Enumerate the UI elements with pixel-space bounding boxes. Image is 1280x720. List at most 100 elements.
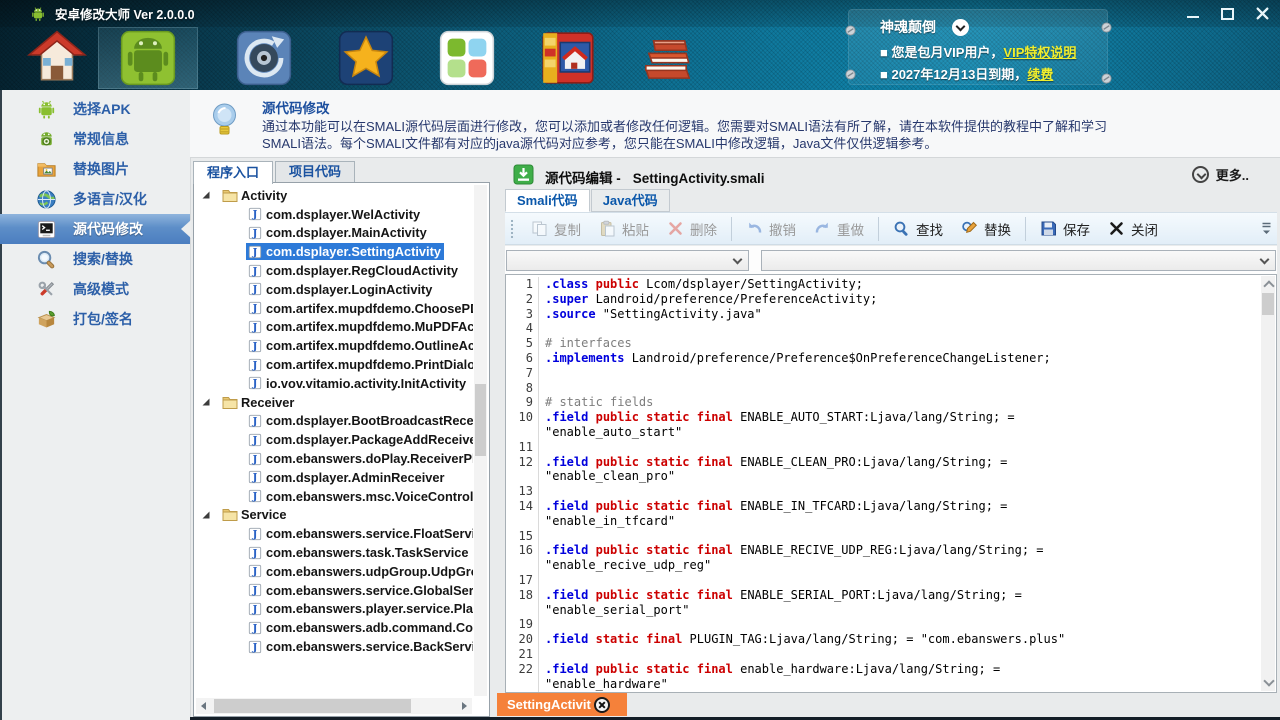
code-line[interactable]: .implements Landroid/preference/Preferen… — [539, 351, 1051, 366]
code-line[interactable] — [539, 440, 545, 455]
delete-button[interactable]: 删除 — [658, 216, 726, 242]
tree-item[interactable]: Jcom.ebanswers.udpGroup.UdpGroupService — [196, 562, 473, 581]
tree-item[interactable]: Jcom.dsplayer.LoginActivity — [196, 280, 473, 299]
code-line[interactable] — [539, 366, 545, 381]
code-line[interactable]: "enable_serial_port" — [539, 603, 690, 618]
tree-item[interactable]: Jcom.artifex.mupdfdemo.ChoosePDFActivity — [196, 299, 473, 318]
sidebar-item-tools[interactable]: 高级模式 — [0, 274, 190, 304]
tree-item[interactable]: Jcom.ebanswers.task.TaskService — [196, 543, 473, 562]
code-line[interactable]: .field public static final ENABLE_CLEAN_… — [539, 455, 1007, 470]
close-button[interactable]: 关闭 — [1099, 216, 1167, 242]
code-line[interactable]: .field static final PLUGIN_TAG:Ljava/lan… — [539, 632, 1065, 647]
tree-item[interactable]: Jio.vov.vitamio.activity.InitActivity — [196, 374, 473, 393]
tree-item[interactable]: Jcom.dsplayer.PackageAddReceiver — [196, 430, 473, 449]
code-line[interactable]: "enable_recive_udp_reg" — [539, 558, 711, 573]
sidebar-item-globe[interactable]: 多语言/汉化 — [0, 184, 190, 214]
undo-button[interactable]: 撤销 — [737, 216, 805, 242]
toolbar-grip[interactable] — [510, 219, 515, 239]
file-tab-settingactivity[interactable]: SettingActivit — [497, 693, 627, 716]
renew-link[interactable]: 续费 — [1027, 67, 1053, 82]
scroll-up-arrow[interactable] — [1263, 280, 1274, 291]
tree-folder-service[interactable]: Service — [196, 506, 473, 525]
tree-item[interactable]: Jcom.ebanswers.adb.command.CommandServic… — [196, 618, 473, 637]
code-line[interactable]: "enable_auto_start" — [539, 425, 682, 440]
code-line[interactable]: .field public static final ENABLE_IN_TFC… — [539, 499, 1007, 514]
scrollbar-thumb[interactable] — [214, 699, 411, 713]
scroll-left-arrow[interactable] — [201, 702, 206, 710]
tree-item[interactable]: Jcom.artifex.mupdfdemo.MuPDFActivity — [196, 318, 473, 337]
scroll-right-arrow[interactable] — [462, 702, 467, 710]
redo-button[interactable]: 重做 — [805, 216, 873, 242]
sidebar-item-android[interactable]: 选择APK — [0, 94, 190, 124]
tree-item[interactable]: Jcom.dsplayer.WelActivity — [196, 205, 473, 224]
copy-button[interactable]: 复制 — [522, 216, 590, 242]
tree-item[interactable]: Jcom.dsplayer.SettingActivity — [196, 242, 473, 261]
tree-item[interactable]: Jcom.ebanswers.doPlay.ReceiverPlayer — [196, 449, 473, 468]
nav-item-home[interactable]: 首页 — [7, 27, 107, 89]
tree-vertical-scrollbar[interactable] — [474, 185, 487, 696]
code-line[interactable]: # interfaces — [539, 336, 632, 351]
tree-folder-activity[interactable]: Activity — [196, 186, 473, 205]
minimize-button[interactable] — [1185, 6, 1200, 21]
code-line[interactable]: .super Landroid/preference/PreferenceAct… — [539, 292, 877, 307]
save-button[interactable]: 保存 — [1031, 216, 1099, 242]
sidebar-item-image-folder[interactable]: 替换图片 — [0, 154, 190, 184]
expander-icon[interactable] — [201, 397, 211, 407]
tree-item[interactable]: Jcom.ebanswers.player.service.PlayerServ… — [196, 600, 473, 619]
expander-icon[interactable] — [201, 510, 211, 520]
code-line[interactable]: .class public Lcom/dsplayer/SettingActiv… — [539, 277, 863, 292]
sidebar-item-android-gear[interactable]: 常规信息 — [0, 124, 190, 154]
nav-item-decompile[interactable]: 反编译 — [98, 27, 198, 89]
code-line[interactable] — [539, 573, 545, 588]
code-line[interactable] — [539, 647, 545, 662]
code-line[interactable]: .field public static final ENABLE_RECIVE… — [539, 543, 1044, 558]
code-line[interactable]: .field public static final ENABLE_AUTO_S… — [539, 410, 1015, 425]
editor-vertical-scrollbar[interactable] — [1261, 276, 1275, 691]
replace-button[interactable]: 替换 — [952, 216, 1020, 242]
tree-item[interactable]: Jcom.ebanswers.service.FloatService — [196, 524, 473, 543]
tab-project-code[interactable]: 项目代码 — [275, 161, 355, 182]
member-dropdown[interactable] — [761, 250, 1276, 271]
code-line[interactable]: .source "SettingActivity.java" — [539, 307, 762, 322]
chevron-down-icon[interactable] — [952, 19, 969, 36]
tree-item[interactable]: Jcom.ebanswers.msc.VoiceControlReceiver — [196, 487, 473, 506]
vip-info-link[interactable]: VIP特权说明 — [1003, 45, 1076, 60]
nav-item-hot-template[interactable]: 热点模板 — [316, 27, 416, 89]
type-dropdown[interactable] — [506, 250, 749, 271]
tab-program-entry[interactable]: 程序入口 — [193, 161, 273, 184]
tree-item[interactable]: Jcom.ebanswers.service.GlobalService — [196, 581, 473, 600]
close-file-icon[interactable] — [594, 697, 610, 713]
expander-icon[interactable] — [201, 190, 211, 200]
code-line[interactable] — [539, 529, 545, 544]
scrollbar-thumb[interactable] — [475, 384, 486, 456]
more-button[interactable]: 更多.. — [1192, 165, 1249, 184]
tree-item[interactable]: Jcom.artifex.mupdfdemo.PrintDialogActivi… — [196, 355, 473, 374]
code-line[interactable]: "enable_hardware" — [539, 677, 668, 692]
paste-button[interactable]: 粘贴 — [590, 216, 658, 242]
maximize-button[interactable] — [1220, 6, 1235, 21]
tree-folder-receiver[interactable]: Receiver — [196, 393, 473, 412]
find-button[interactable]: 查找 — [884, 216, 952, 242]
scrollbar-thumb[interactable] — [1262, 293, 1274, 315]
scroll-down-arrow[interactable] — [1263, 675, 1274, 686]
tree-horizontal-scrollbar[interactable] — [196, 698, 472, 714]
tab-java-code[interactable]: Java代码 — [591, 189, 670, 212]
tree-item[interactable]: Jcom.dsplayer.RegCloudActivity — [196, 261, 473, 280]
nav-item-app-template[interactable]: 应用模板 — [417, 27, 517, 89]
code-line[interactable] — [539, 617, 545, 632]
code-line[interactable]: # static fields — [539, 395, 653, 410]
code-line[interactable]: .field public static final enable_hardwa… — [539, 662, 1000, 677]
code-line[interactable]: .field public static final ENABLE_SERIAL… — [539, 588, 1022, 603]
sidebar-item-terminal[interactable]: 源代码修改 — [0, 214, 190, 244]
toolbar-overflow-button[interactable] — [1261, 221, 1272, 236]
tab-smali-code[interactable]: Smali代码 — [505, 189, 590, 212]
nav-item-ebook-template[interactable]: 电子书模板 — [610, 27, 722, 89]
tree-item[interactable]: Jcom.dsplayer.BootBroadcastReceiver — [196, 412, 473, 431]
tree-item[interactable]: Jcom.artifex.mupdfdemo.OutlineActivity — [196, 336, 473, 355]
nav-item-toolbox[interactable]: 工具箱 — [214, 27, 314, 89]
code-line[interactable] — [539, 381, 545, 396]
close-button[interactable] — [1255, 6, 1270, 21]
tree-item[interactable]: Jcom.dsplayer.MainActivity — [196, 224, 473, 243]
tree-item[interactable]: Jcom.ebanswers.service.BackService — [196, 637, 473, 656]
code-line[interactable]: "enable_in_tfcard" — [539, 514, 675, 529]
